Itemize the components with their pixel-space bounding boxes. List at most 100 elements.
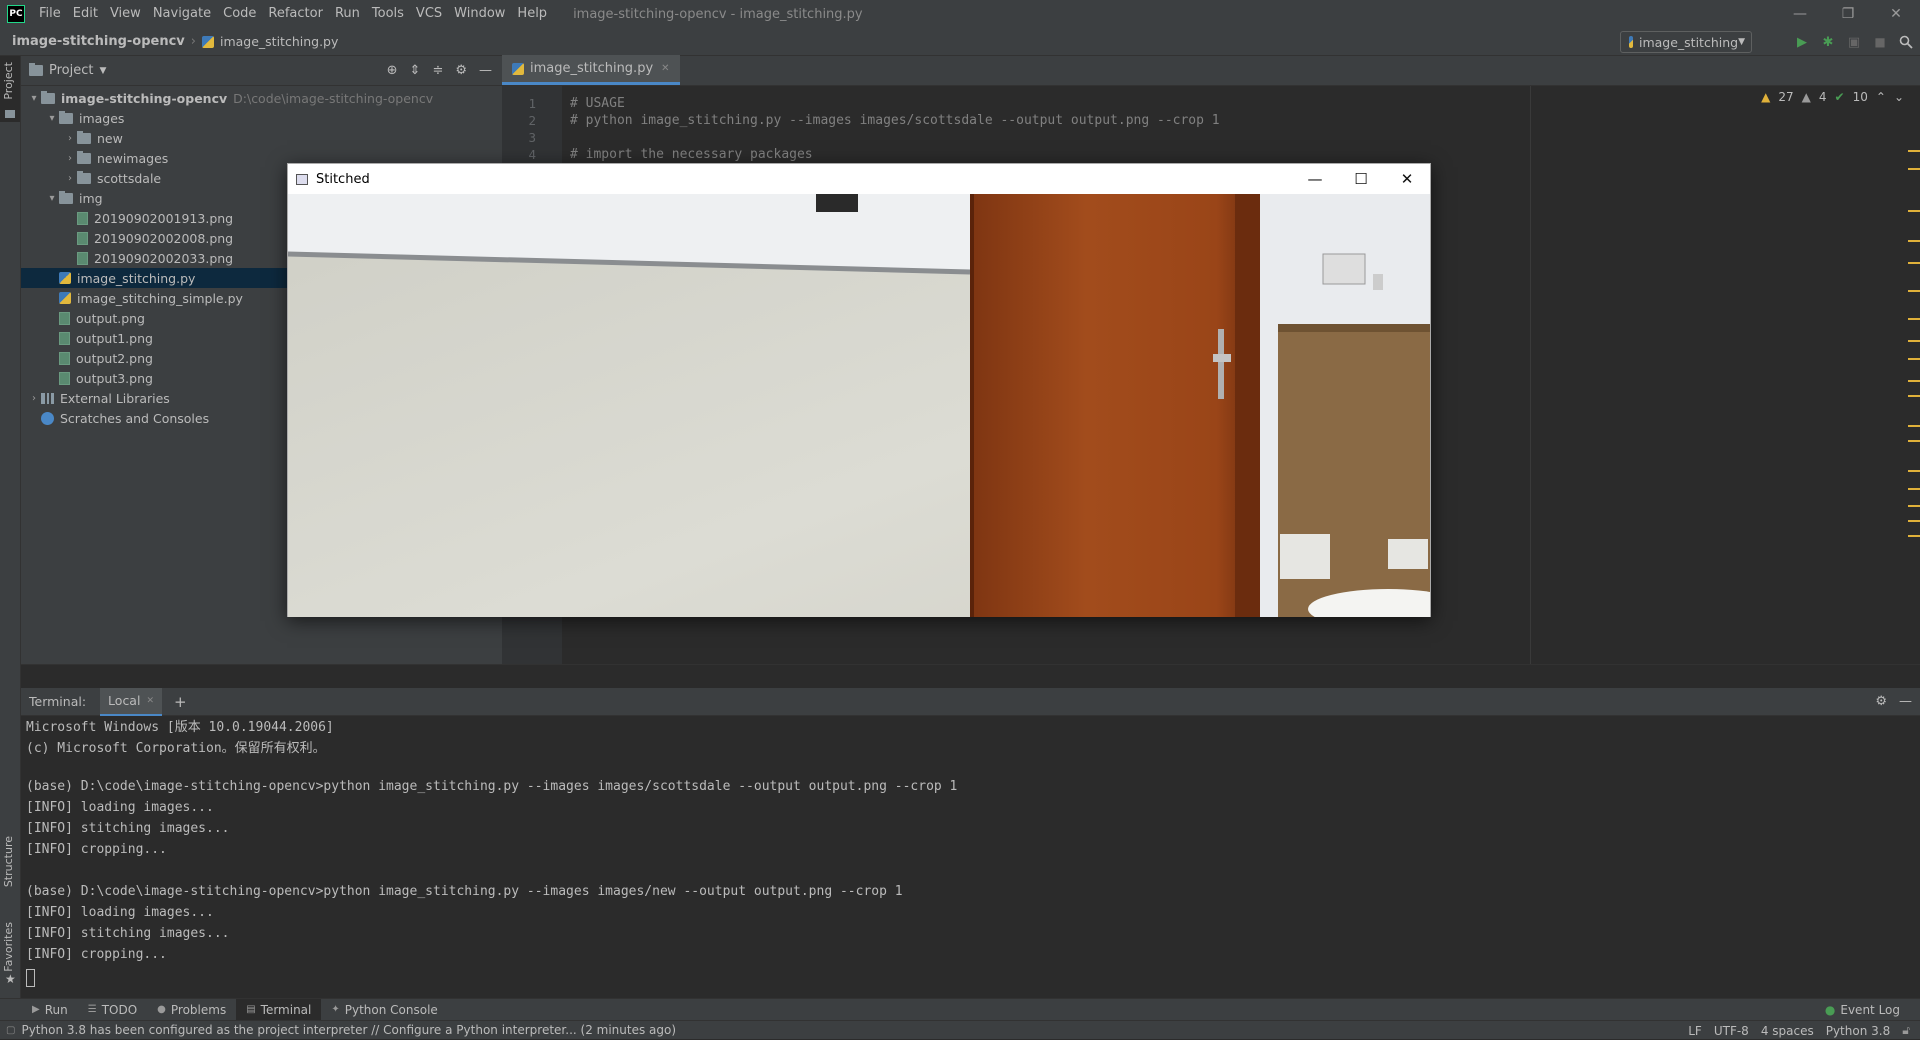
warning-stripe-mark[interactable] xyxy=(1908,262,1920,264)
breadcrumb-file[interactable]: image_stitching.py xyxy=(220,34,338,49)
code-line[interactable]: # import the necessary packages xyxy=(570,147,813,162)
chevron-down-icon[interactable]: ▾ xyxy=(45,113,59,124)
search-icon[interactable] xyxy=(1898,34,1914,50)
run-icon[interactable]: ▶ xyxy=(1794,34,1810,50)
menu-run[interactable]: Run xyxy=(329,0,366,28)
todo-tool-button[interactable]: ☰ TODO xyxy=(78,999,147,1021)
close-icon[interactable]: ✕ xyxy=(1384,164,1430,194)
problems-tool-button[interactable]: ● Problems xyxy=(147,999,236,1021)
breadcrumb-project[interactable]: image-stitching-opencv xyxy=(12,34,185,49)
encoding-widget[interactable]: UTF-8 xyxy=(1714,1024,1749,1038)
coverage-icon[interactable]: ▣ xyxy=(1846,34,1862,50)
warning-stripe-mark[interactable] xyxy=(1908,395,1920,397)
chevron-right-icon[interactable]: › xyxy=(27,393,41,404)
chevron-up-icon[interactable]: ⌃ xyxy=(1876,90,1886,104)
warning-stripe-mark[interactable] xyxy=(1908,505,1920,507)
menu-tools[interactable]: Tools xyxy=(366,0,410,28)
code-line[interactable]: # USAGE xyxy=(570,96,625,111)
status-message[interactable]: Python 3.8 has been configured as the pr… xyxy=(21,1023,676,1037)
interpreter-widget[interactable]: Python 3.8 xyxy=(1826,1024,1891,1038)
project-tool-button[interactable]: Project xyxy=(0,56,20,122)
inspection-widget[interactable]: ▲ 27 ▲ 4 ✔ 10 ⌃ ⌄ xyxy=(1761,90,1904,104)
chevron-down-icon[interactable]: ▾ xyxy=(27,93,41,104)
menu-help[interactable]: Help xyxy=(511,0,553,28)
menu-file[interactable]: File xyxy=(33,0,67,28)
warning-stripe-mark[interactable] xyxy=(1908,488,1920,490)
favorites-tool-label[interactable]: Favorites xyxy=(2,922,15,972)
indent-widget[interactable]: 4 spaces xyxy=(1761,1024,1814,1038)
warning-stripe-mark[interactable] xyxy=(1908,380,1920,382)
stitched-window-controls: — ☐ ✕ xyxy=(1292,164,1430,194)
warning-stripe-mark[interactable] xyxy=(1908,210,1920,212)
menu-window[interactable]: Window xyxy=(448,0,511,28)
tree-item-label: 20190902002008.png xyxy=(94,230,234,246)
structure-tool-label[interactable]: Structure xyxy=(2,836,15,887)
minimize-icon[interactable]: — xyxy=(1292,164,1338,194)
gear-icon[interactable]: ⚙ xyxy=(1875,694,1887,709)
restore-icon[interactable]: ❐ xyxy=(1824,0,1872,28)
warning-stripe-mark[interactable] xyxy=(1908,470,1920,472)
run-tool-button[interactable]: ▶ Run xyxy=(22,999,78,1021)
pycharm-logo-icon: PC xyxy=(7,5,25,23)
tree-item[interactable]: ▾ image-stitching-opencv D:\code\image-sti… xyxy=(21,88,502,108)
chevron-down-icon[interactable]: ▾ xyxy=(45,193,59,204)
chevron-right-icon[interactable]: › xyxy=(63,173,77,184)
warning-stripe-mark[interactable] xyxy=(1908,440,1920,442)
gear-icon[interactable]: ⚙ xyxy=(455,63,467,78)
line-number: 4 xyxy=(528,147,536,162)
maximize-icon[interactable]: ☐ xyxy=(1338,164,1384,194)
menu-edit[interactable]: Edit xyxy=(67,0,104,28)
python-file-icon xyxy=(59,272,71,284)
chevron-right-icon[interactable]: › xyxy=(63,133,77,144)
png-file-icon xyxy=(59,371,70,385)
terminal-tool-button[interactable]: ▤ Terminal xyxy=(236,998,322,1021)
warning-stripe-mark[interactable] xyxy=(1908,340,1920,342)
debug-icon[interactable]: ✱ xyxy=(1820,34,1836,50)
menu-navigate[interactable]: Navigate xyxy=(147,0,217,28)
warning-stripe-mark[interactable] xyxy=(1908,150,1920,152)
warning-stripe-mark[interactable] xyxy=(1908,425,1920,427)
locate-icon[interactable]: ⊕ xyxy=(387,63,398,78)
stitched-window-titlebar[interactable]: Stitched — ☐ ✕ xyxy=(288,164,1430,194)
warning-stripe-mark[interactable] xyxy=(1908,535,1920,537)
editor-terminal-divider[interactable] xyxy=(21,664,1920,688)
tree-item[interactable]: › new xyxy=(21,128,502,148)
menu-refactor[interactable]: Refactor xyxy=(262,0,329,28)
add-tab-icon[interactable]: + xyxy=(174,693,187,711)
collapse-all-icon[interactable]: ≑ xyxy=(432,63,443,78)
hide-icon[interactable]: — xyxy=(1899,694,1912,709)
expand-all-icon[interactable]: ⇕ xyxy=(410,63,421,78)
terminal-tab-local[interactable]: Local ✕ xyxy=(100,687,162,716)
code-line[interactable]: # python image_stitching.py --images ima… xyxy=(570,113,1220,128)
warning-icon: ▲ xyxy=(1761,90,1771,104)
warning-stripe-mark[interactable] xyxy=(1908,240,1920,242)
project-view-selector[interactable]: Project xyxy=(49,63,93,78)
warning-stripe-mark[interactable] xyxy=(1908,168,1920,170)
close-icon[interactable]: ✕ xyxy=(146,696,154,706)
stop-icon[interactable]: ■ xyxy=(1872,34,1888,50)
minimize-icon[interactable]: — xyxy=(1776,0,1824,28)
line-separator-widget[interactable]: LF xyxy=(1688,1024,1702,1038)
menu-vcs[interactable]: VCS xyxy=(410,0,448,28)
status-toggle-icon[interactable]: ▢ xyxy=(6,1025,15,1036)
tab-image-stitching[interactable]: image_stitching.py ✕ xyxy=(502,55,680,85)
close-icon[interactable]: ✕ xyxy=(661,63,669,74)
python-console-tool-button[interactable]: ✦ Python Console xyxy=(321,999,447,1021)
warning-stripe-mark[interactable] xyxy=(1908,290,1920,292)
hide-icon[interactable]: — xyxy=(479,63,492,78)
warning-stripe-mark[interactable] xyxy=(1908,358,1920,360)
event-log-button[interactable]: ● Event Log xyxy=(1825,999,1900,1021)
menu-code[interactable]: Code xyxy=(217,0,262,28)
close-icon[interactable]: ✕ xyxy=(1872,0,1920,28)
chevron-down-icon[interactable]: ⌄ xyxy=(1894,90,1904,104)
chevron-right-icon[interactable]: › xyxy=(63,153,77,164)
lock-icon[interactable]: 🔓︎ xyxy=(1902,1023,1910,1038)
run-tool-label: Run xyxy=(44,1002,68,1017)
tree-item[interactable]: ▾ images xyxy=(21,108,502,128)
menu-view[interactable]: View xyxy=(104,0,147,28)
chevron-down-icon[interactable]: ▼ xyxy=(99,66,106,76)
error-stripe[interactable] xyxy=(1906,86,1920,664)
warning-stripe-mark[interactable] xyxy=(1908,318,1920,320)
warning-stripe-mark[interactable] xyxy=(1908,520,1920,522)
run-config-select[interactable]: image_stitching ▼ xyxy=(1620,31,1752,53)
